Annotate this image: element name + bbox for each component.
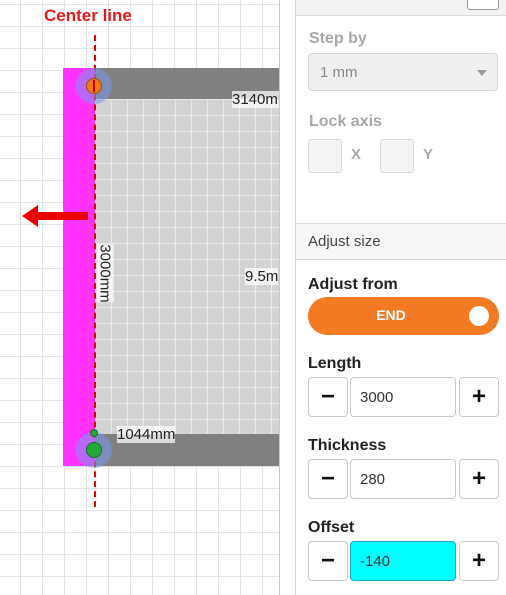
wall-start-handle[interactable] — [76, 68, 112, 104]
chevron-down-icon — [477, 70, 487, 76]
thickness-decrement-button[interactable]: − — [308, 459, 348, 499]
adjust-from-label: Adjust from — [308, 276, 398, 293]
thickness-increment-button[interactable]: + — [459, 459, 499, 499]
properties-panel: Step by 1 mm Lock axis X Y Adjust size A… — [295, 0, 506, 595]
lock-x-label: X — [351, 146, 362, 163]
lock-y-label: Y — [423, 146, 434, 163]
adjust-from-toggle[interactable]: END — [308, 297, 499, 335]
dimension-top-label: 3140mm — [232, 91, 280, 108]
thickness-input[interactable] — [350, 459, 456, 499]
offset-label: Offset — [308, 519, 355, 536]
step-by-label: Step by — [309, 30, 367, 47]
offset-input[interactable] — [350, 541, 456, 581]
thickness-label: Thickness — [308, 437, 387, 454]
selected-wall[interactable] — [63, 68, 95, 466]
offset-decrement-button[interactable]: − — [308, 541, 348, 581]
start-point-icon — [86, 78, 102, 94]
wall-end-handle[interactable] — [76, 429, 112, 468]
offset-increment-button[interactable]: + — [459, 541, 499, 581]
length-label: Length — [308, 355, 362, 372]
panel-control-box[interactable] — [467, 0, 499, 10]
canvas-divider — [279, 0, 280, 595]
dimension-middle-label: 9.5m — [245, 268, 279, 285]
panel-header-strip — [296, 0, 506, 16]
lock-y-checkbox[interactable] — [380, 139, 414, 173]
dimension-left-label: 3000mm — [96, 244, 114, 303]
adjust-from-value: END — [376, 307, 406, 323]
step-by-value: 1 mm — [320, 64, 358, 81]
end-point-tip-icon — [90, 429, 98, 437]
center-line-label: Center line — [44, 6, 132, 25]
step-by-select[interactable]: 1 mm — [308, 53, 498, 91]
lock-axis-label: Lock axis — [309, 113, 382, 130]
room-floor — [95, 99, 280, 434]
length-increment-button[interactable]: + — [459, 377, 499, 417]
arrow-left-icon — [22, 205, 88, 227]
dimension-bottom-label: 1044mm — [117, 426, 176, 443]
adjust-size-section-header[interactable]: Adjust size — [296, 223, 506, 260]
end-point-icon — [86, 442, 102, 458]
toggle-knob — [469, 306, 489, 326]
lock-x-checkbox[interactable] — [308, 139, 342, 173]
length-input[interactable] — [350, 377, 456, 417]
length-decrement-button[interactable]: − — [308, 377, 348, 417]
floorplan-canvas[interactable]: Center line 3140mm 9.5m 1044mm 3000mm — [0, 0, 280, 595]
adjust-size-title: Adjust size — [308, 233, 381, 250]
